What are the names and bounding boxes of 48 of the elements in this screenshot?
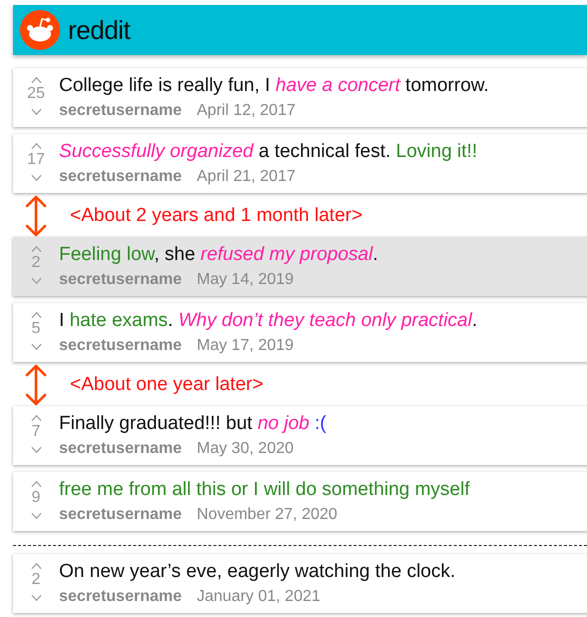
post-title: I hate exams. Why don’t they teach only practical. xyxy=(59,309,478,333)
vote-count: 9 xyxy=(32,488,40,508)
post-date: April 12, 2017 xyxy=(196,101,296,121)
post-date: January 01, 2021 xyxy=(196,587,320,607)
downvote-icon[interactable] xyxy=(30,594,42,602)
downvote-icon[interactable] xyxy=(30,512,42,520)
post-title: free me from all this or I will do something myself xyxy=(59,478,470,502)
post-title: Feeling low, she refused my proposal. xyxy=(59,243,378,267)
post-date: May 30, 2020 xyxy=(196,439,294,459)
post-title: College life is really fun, I have a concert tomorrow. xyxy=(59,74,489,98)
vote-count: 5 xyxy=(32,319,40,339)
downvote-icon[interactable] xyxy=(30,343,42,351)
post-title: On new year’s eve, eagerly watching the clock. xyxy=(59,560,456,584)
upvote-icon[interactable] xyxy=(30,414,42,422)
post-author[interactable]: secretusername xyxy=(59,438,182,460)
vote-count: 2 xyxy=(32,570,40,590)
post-date: May 14, 2019 xyxy=(196,270,294,290)
time-gap-label: <About 2 years and 1 month later> xyxy=(70,205,363,227)
vote-count: 7 xyxy=(32,422,40,442)
vote-count: 25 xyxy=(27,84,45,104)
post-author[interactable]: secretusername xyxy=(59,166,182,188)
vote-count: 2 xyxy=(32,253,40,273)
upvote-icon[interactable] xyxy=(30,245,42,253)
downvote-icon[interactable] xyxy=(30,446,42,454)
logo-icon xyxy=(20,10,60,50)
downvote-icon[interactable] xyxy=(30,277,42,285)
post-author[interactable]: secretusername xyxy=(59,586,182,608)
vote-count: 17 xyxy=(27,150,45,170)
upvote-icon[interactable] xyxy=(30,142,42,150)
post-date: April 21, 2017 xyxy=(196,167,296,187)
post-author[interactable]: secretusername xyxy=(59,335,182,357)
upvote-icon[interactable] xyxy=(30,562,42,570)
upvote-icon[interactable] xyxy=(30,311,42,319)
upvote-icon[interactable] xyxy=(30,76,42,84)
downvote-icon[interactable] xyxy=(30,108,42,116)
downvote-icon[interactable] xyxy=(30,174,42,182)
upvote-icon[interactable] xyxy=(30,480,42,488)
post-date: November 27, 2020 xyxy=(196,505,338,525)
post-author[interactable]: secretusername xyxy=(59,504,182,526)
post-author[interactable]: secretusername xyxy=(59,269,182,291)
double-arrow-icon xyxy=(24,195,48,237)
app-title: reddit xyxy=(68,14,130,46)
post-author[interactable]: secretusername xyxy=(59,100,182,122)
time-gap-label: <About one year later> xyxy=(70,374,264,396)
post-title: Successfully organized a technical fest. Loving it!! xyxy=(59,140,478,164)
post-date: May 17, 2019 xyxy=(196,336,294,356)
double-arrow-icon xyxy=(24,364,48,406)
post-title: Finally graduated!!! but no job :( xyxy=(59,412,326,436)
